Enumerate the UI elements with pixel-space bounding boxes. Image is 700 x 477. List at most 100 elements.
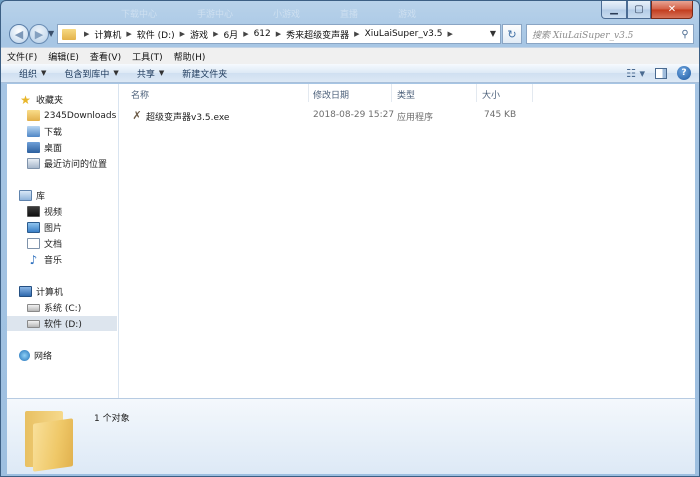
preview-pane-icon[interactable] (655, 67, 667, 79)
organize-button[interactable]: 组织 ▼ (19, 67, 46, 80)
forward-arrow-icon: ▶ (34, 27, 44, 41)
menu-tools[interactable]: 工具(T) (132, 50, 163, 63)
background-tab: 下载中心 (121, 10, 158, 20)
chevron-down-icon: ▼ (113, 69, 119, 77)
breadcrumb-item[interactable]: 游戏 (190, 28, 208, 41)
application-icon: ✗ (132, 108, 142, 122)
breadcrumb-item[interactable]: 软件 (D:) (137, 28, 175, 41)
nav-item-label: 软件 (D:) (44, 320, 82, 330)
nav-favorites[interactable]: ★ 收藏夹 (19, 92, 63, 107)
menu-help[interactable]: 帮助(H) (174, 50, 206, 63)
file-modified: 2018-08-29 15:27 (313, 110, 395, 120)
nav-item-pictures[interactable]: 图片 (27, 220, 62, 235)
column-name[interactable]: 名称 (131, 88, 149, 101)
nav-item-desktop[interactable]: 桌面 (27, 140, 62, 155)
nav-computer[interactable]: 计算机 (19, 284, 63, 299)
breadcrumb: ▶ 计算机 ▶ 软件 (D:) ▶ 游戏 ▶ 6月 ▶ 612 ▶ 秀来超级变声… (79, 28, 458, 41)
menu-edit[interactable]: 编辑(E) (48, 50, 79, 63)
nav-libraries-label: 库 (36, 192, 46, 202)
chevron-right-icon[interactable]: ▶ (276, 30, 281, 38)
nav-item-documents[interactable]: 文档 (27, 236, 62, 251)
help-icon[interactable]: ? (677, 66, 691, 80)
file-row[interactable]: ✗ 超级变声器v3.5.exe 2018-08-29 15:27 应用程序 74… (119, 108, 695, 124)
nav-item-2345downloads[interactable]: 2345Downloads (27, 108, 116, 123)
folder-icon (25, 407, 75, 472)
column-divider[interactable] (308, 84, 309, 102)
background-tab: 小游戏 (273, 10, 301, 20)
breadcrumb-item[interactable]: 6月 (223, 28, 238, 41)
chevron-down-icon: ▼ (158, 69, 165, 77)
breadcrumb-item[interactable]: 秀来超级变声器 (286, 28, 349, 41)
forward-button[interactable]: ▶ (29, 24, 49, 44)
nav-item-label: 音乐 (44, 256, 63, 266)
nav-item-system-drive[interactable]: 系统 (C:) (27, 300, 81, 315)
chevron-right-icon[interactable]: ▶ (354, 30, 359, 38)
chevron-right-icon[interactable]: ▶ (84, 30, 89, 38)
nav-item-music[interactable]: ♪ 音乐 (27, 252, 62, 267)
change-view-icon[interactable]: ☷ ▾ (626, 67, 645, 80)
nav-item-downloads[interactable]: 下载 (27, 124, 62, 139)
menu-file[interactable]: 文件(F) (7, 50, 37, 63)
navigation-row: ◀ ▶ ▼ ▶ 计算机 ▶ 软件 (D:) ▶ 游戏 ▶ 6月 ▶ 612 ▶ … (1, 23, 699, 45)
close-button[interactable]: ✕ (651, 1, 693, 19)
new-folder-button[interactable]: 新建文件夹 (182, 67, 227, 80)
nav-network[interactable]: 网络 (19, 348, 52, 363)
column-divider[interactable] (476, 84, 477, 102)
address-history-dropdown[interactable]: ▼ (490, 29, 496, 38)
nav-item-label: 2345Downloads (44, 110, 117, 121)
organize-label: 组织 (19, 69, 38, 80)
file-type: 应用程序 (397, 113, 434, 123)
column-size[interactable]: 大小 (482, 88, 500, 101)
folder-icon (27, 110, 40, 121)
menu-view[interactable]: 查看(V) (90, 50, 121, 63)
column-date-modified[interactable]: 修改日期 (313, 88, 349, 101)
breadcrumb-item[interactable]: 计算机 (94, 28, 121, 41)
share-label: 共享 (136, 69, 155, 80)
maximize-button[interactable]: ▢ (627, 1, 651, 19)
chevron-right-icon[interactable]: ▶ (126, 30, 131, 38)
nav-favorites-label: 收藏夹 (36, 96, 64, 106)
chevron-right-icon[interactable]: ▶ (243, 30, 248, 38)
chevron-right-icon[interactable]: ▶ (213, 30, 218, 38)
explorer-window: 下载中心 手游中心 小游戏 直播 游戏 ▁ ▢ ✕ ◀ ▶ ▼ ▶ 计算机 ▶ … (0, 0, 700, 477)
address-bar[interactable]: ▶ 计算机 ▶ 软件 (D:) ▶ 游戏 ▶ 6月 ▶ 612 ▶ 秀来超级变声… (57, 24, 501, 44)
recent-places-icon (27, 158, 40, 169)
nav-item-label: 最近访问的位置 (44, 160, 108, 170)
document-icon (27, 238, 40, 249)
drive-icon (27, 303, 40, 312)
include-in-library-label: 包含到库中 (64, 69, 110, 80)
column-type[interactable]: 类型 (397, 88, 415, 101)
column-divider[interactable] (532, 84, 533, 102)
downloads-icon (27, 126, 40, 137)
nav-item-label: 下载 (44, 128, 63, 138)
file-list: 名称 修改日期 类型 大小 ✗ 超级变声器v3.5.exe 2018-08-29… (119, 84, 695, 398)
refresh-button[interactable]: ↻ (502, 24, 522, 44)
refresh-icon: ↻ (507, 27, 517, 41)
folder-icon (62, 28, 76, 40)
chevron-right-icon[interactable]: ▶ (447, 30, 452, 38)
column-divider[interactable] (391, 84, 392, 102)
search-icon[interactable]: ⚲ (677, 29, 693, 40)
breadcrumb-item[interactable]: 612 (254, 29, 271, 39)
chevron-down-icon: ▼ (41, 69, 47, 77)
nav-item-videos[interactable]: 视频 (27, 204, 62, 219)
search-input[interactable]: 搜索 XiuLaiSuper_v3.5 (532, 28, 677, 41)
file-name: 超级变声器v3.5.exe (146, 113, 230, 123)
navigation-pane: ★ 收藏夹 2345Downloads 下载 桌面 最近访问的位置 库 视频 图… (7, 84, 119, 398)
chevron-right-icon[interactable]: ▶ (180, 30, 185, 38)
background-tab: 直播 (340, 10, 359, 20)
nav-item-software-drive[interactable]: 软件 (D:) (7, 316, 117, 331)
minimize-button[interactable]: ▁ (601, 1, 627, 19)
breadcrumb-item[interactable]: XiuLaiSuper_v3.5 (365, 29, 443, 39)
network-icon (19, 350, 30, 361)
include-in-library-button[interactable]: 包含到库中 ▼ (64, 67, 118, 80)
nav-item-recent-places[interactable]: 最近访问的位置 (27, 156, 107, 171)
nav-item-label: 系统 (C:) (44, 304, 82, 314)
recent-pages-dropdown[interactable]: ▼ (48, 29, 54, 38)
back-button[interactable]: ◀ (9, 24, 29, 44)
nav-libraries[interactable]: 库 (19, 188, 45, 203)
share-button[interactable]: 共享 ▼ (137, 67, 164, 80)
menu-bar: 文件(F) 编辑(E) 查看(V) 工具(T) 帮助(H) (1, 47, 699, 64)
search-box[interactable]: 搜索 XiuLaiSuper_v3.5 ⚲ (526, 24, 694, 44)
nav-computer-label: 计算机 (36, 288, 64, 298)
